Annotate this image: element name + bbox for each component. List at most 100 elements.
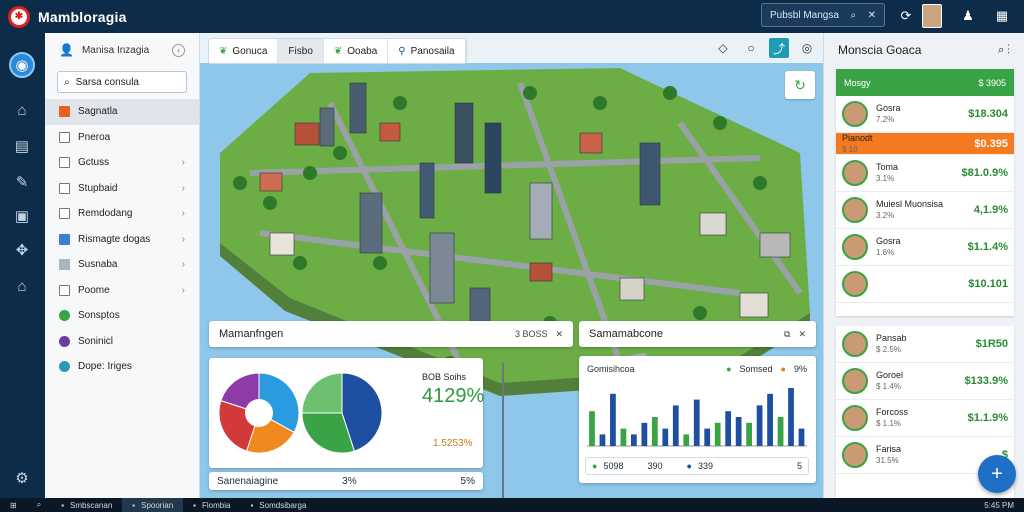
pie-slice[interactable] [301, 372, 343, 414]
sidebar-item[interactable]: Susnaba › [45, 252, 199, 278]
bar[interactable] [651, 417, 658, 446]
bar[interactable] [704, 428, 711, 446]
bar[interactable] [620, 428, 627, 446]
bar[interactable] [683, 434, 690, 446]
search-icon[interactable]: ⌕ [850, 10, 856, 21]
taskbar-item-label: Smbscanan [70, 500, 113, 510]
global-search[interactable]: Pubsbl Mangsa ⌕ ✕ [761, 3, 885, 27]
leaderboard-row[interactable]: Goroel $ 1.4% $133.9% [836, 363, 1014, 400]
sidebar-item[interactable]: Gctuss › [45, 150, 199, 176]
building-shape [699, 212, 727, 236]
close-icon[interactable]: ✕ [868, 10, 876, 21]
leaderboard-card-top: Mosgy $ 3905 Gosra 7.2% $18.304 Pianodt $ 10… [836, 69, 1014, 316]
taskbar: ⊞ ⌕ ▪ Smbscanan ▪ Spoorian ▪ Flombia ▪ Somdsiba… [0, 498, 1024, 512]
share-icon[interactable]: ⤴ [769, 38, 789, 58]
bar[interactable] [589, 411, 595, 446]
bar[interactable] [798, 428, 805, 446]
tab-1[interactable]: Fisbo [278, 39, 324, 63]
map-toolbar: ◇ ○ ⤴ ◎ [713, 38, 817, 58]
bar[interactable] [725, 411, 732, 446]
leaderboard-header-label: Mosgy [844, 77, 871, 88]
taskbar-item-label: Spoorian [141, 500, 174, 510]
close-icon[interactable]: ✕ [798, 329, 806, 340]
bar[interactable] [631, 434, 637, 446]
eye-icon[interactable]: ◎ [797, 38, 817, 58]
taskbar-item[interactable]: ▪ Smbscanan [51, 498, 122, 512]
layers-icon[interactable]: ▤ [11, 135, 33, 157]
leaderboard-row[interactable]: Toma 3.1% $81.0.9% [836, 155, 1014, 192]
leaderboard-row[interactable]: Gosra 1.6% $1.1.4% [836, 229, 1014, 266]
tab-0[interactable]: ❦ Gonuca [209, 39, 279, 63]
checkbox-icon [59, 208, 70, 220]
leaderboard-row[interactable]: Forcoss $ 1.1% $1.1.9% [836, 400, 1014, 437]
sidebar-item[interactable]: Poome › [45, 278, 199, 304]
leaderboard-row[interactable]: Muiesl Muonsisa 3.2% 4,1.9% [836, 192, 1014, 229]
bar[interactable] [735, 417, 742, 446]
sidebar-item[interactable]: Stupbaid › [45, 176, 199, 202]
sidebar-item[interactable]: Rismagte dogas › [45, 227, 199, 253]
sidebar-item[interactable]: Dope: Iriges [45, 354, 199, 380]
sidebar-item[interactable]: Soninicl [45, 329, 199, 355]
legend-bar-title: Mamanfngen [219, 328, 284, 340]
taskbar-item[interactable]: ▪ Spoorian [122, 498, 184, 512]
start-icon[interactable]: ⊞ [0, 498, 27, 512]
leaderboard-row[interactable]: $10.101 [836, 266, 1014, 303]
tab-3[interactable]: ⚲ Panosaila [388, 39, 466, 63]
tree-shape [523, 86, 537, 100]
bar[interactable] [610, 393, 616, 446]
row-name: Gosra [876, 236, 901, 246]
sidebar-item[interactable]: Sagnatla [45, 99, 199, 125]
drop-icon[interactable]: ◇ [713, 38, 733, 58]
bookmark-icon[interactable]: ▣ [11, 205, 33, 227]
sidebar-item-label: Sonsptos [78, 310, 120, 322]
taskbar-item[interactable]: ▪ Somdsibarga [240, 498, 316, 512]
tree-shape [693, 306, 707, 320]
building-shape [319, 107, 335, 147]
close-icon[interactable]: ✕ [555, 329, 563, 340]
refresh-icon[interactable]: ⟳ [896, 6, 916, 26]
leaderboard-row[interactable]: Pianodt $ 10 $0.395 [836, 133, 1014, 155]
map-refresh-button[interactable]: ↻ [785, 71, 815, 99]
collapse-icon[interactable]: ‹ [172, 43, 185, 57]
sidebar-item[interactable]: Remdodang › [45, 201, 199, 227]
bar[interactable] [599, 434, 606, 446]
sidebar-item[interactable]: Sonsptos [45, 303, 199, 329]
map-legend-bar: Mamanfngen 3 BOSS ✕ [209, 321, 573, 347]
leaderboard-row[interactable]: Gosra 7.2% $18.304 [836, 96, 1014, 133]
tab-2[interactable]: ❦ Ooaba [324, 39, 389, 63]
sidebar: 👤 Manisa Inzagia ‹ ⌕ Sarsa consula Sagna… [45, 33, 200, 498]
taskbar-search-icon[interactable]: ⌕ [27, 498, 51, 512]
sidebar-item[interactable]: Pneroa [45, 125, 199, 151]
edit-icon[interactable]: ✎ [11, 171, 33, 193]
bar[interactable] [693, 399, 700, 446]
settings-icon[interactable]: ⚙ [11, 467, 33, 489]
sidebar-search-input[interactable]: ⌕ Sarsa consula [57, 71, 187, 93]
bar-panel-header: Samamabcone ⧉ ✕ [579, 321, 816, 347]
row-name: Gosra [876, 103, 901, 113]
row-sub: 31.5% [876, 456, 899, 465]
bar[interactable] [746, 422, 752, 446]
building-icon[interactable]: ⌂ [11, 275, 33, 297]
bar[interactable] [756, 405, 763, 446]
pie-footer-right: 5% [460, 475, 475, 487]
bar[interactable] [672, 405, 679, 446]
bar[interactable] [777, 417, 784, 446]
leaderboard-row[interactable]: Pansab $ 2.5% $1R50 [836, 326, 1014, 363]
bar[interactable] [767, 393, 773, 446]
add-button[interactable]: + [978, 455, 1016, 493]
copy-icon[interactable]: ⧉ [784, 329, 790, 340]
user-avatar[interactable] [922, 4, 942, 28]
person-icon[interactable]: ♟ [958, 6, 978, 26]
circle-icon[interactable]: ○ [741, 38, 761, 58]
bar[interactable] [662, 428, 669, 446]
profile-icon[interactable]: ◉ [9, 52, 35, 78]
taskbar-item[interactable]: ▪ Flombia [183, 498, 240, 512]
row-sub: $ 1.1% [876, 419, 901, 428]
search-icon[interactable]: ⌕ ⋮ [998, 44, 1010, 57]
bar[interactable] [641, 422, 648, 446]
grid-icon[interactable]: ▦ [992, 6, 1012, 26]
bar[interactable] [714, 422, 721, 446]
home-icon[interactable]: ⌂ [11, 99, 33, 121]
puzzle-icon[interactable]: ✥ [11, 239, 33, 261]
bar[interactable] [788, 388, 794, 446]
